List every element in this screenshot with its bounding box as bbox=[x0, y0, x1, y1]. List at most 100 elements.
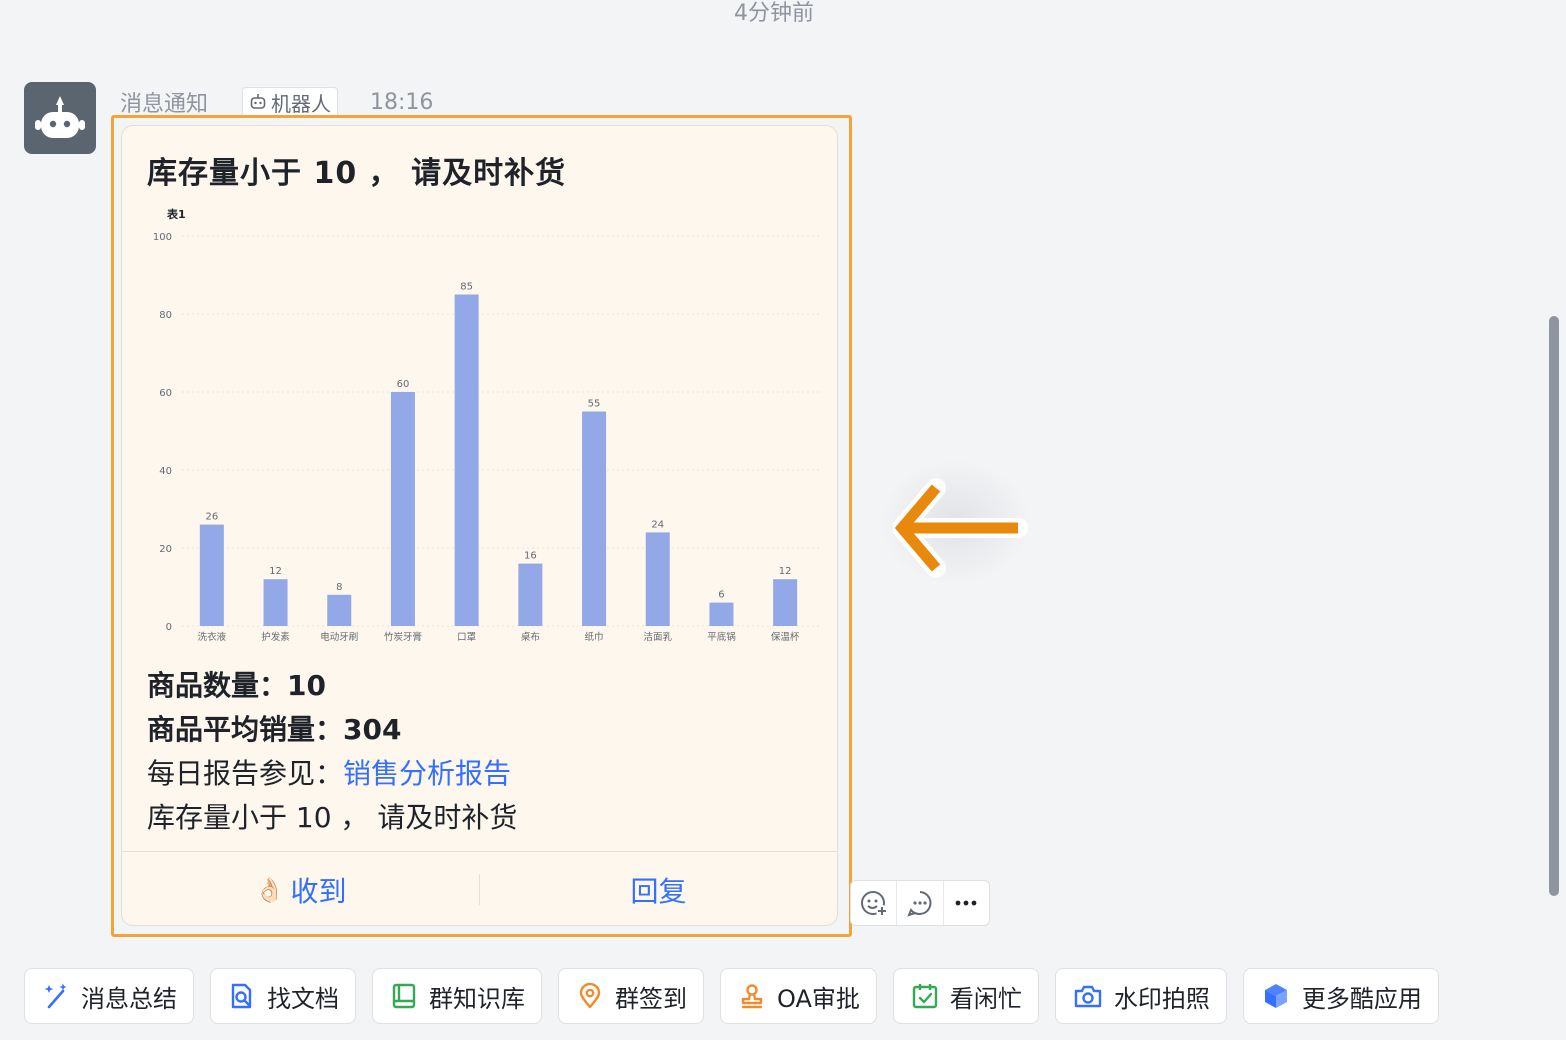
chart-bar bbox=[582, 411, 607, 626]
chart-bar bbox=[263, 579, 288, 626]
add-reaction-icon bbox=[860, 891, 888, 917]
x-tick-label: 洁面乳 bbox=[643, 631, 672, 643]
bot-tag-icon bbox=[250, 94, 266, 109]
y-tick-label: 40 bbox=[159, 466, 172, 477]
x-tick-label: 口罩 bbox=[457, 632, 476, 643]
x-tick-label: 桌布 bbox=[521, 631, 540, 643]
report-line: 每日报告参见：销售分析报告 bbox=[147, 752, 517, 796]
x-tick-label: 纸巾 bbox=[585, 631, 604, 643]
x-tick-label: 保温杯 bbox=[771, 631, 800, 643]
chart-bar bbox=[709, 602, 734, 626]
cube-icon bbox=[1264, 984, 1287, 1008]
bar-value-label: 24 bbox=[651, 519, 664, 530]
toolbar-button-message-summary[interactable]: 消息总结 bbox=[24, 968, 194, 1024]
footer-text: 库存量小于 10 ， 请及时补货 bbox=[147, 801, 518, 834]
message-time: 18:16 bbox=[370, 89, 434, 115]
toolbar-label: 找文档 bbox=[267, 984, 339, 1013]
card-actions: 👌🏻 收到 回复 bbox=[122, 852, 837, 925]
item-count-value: 10 bbox=[287, 669, 326, 702]
more-icon bbox=[955, 900, 977, 906]
message-header: 消息通知 机器人 18:16 bbox=[120, 86, 433, 118]
y-tick-label: 0 bbox=[166, 622, 172, 633]
item-count-label: 商品数量： bbox=[147, 669, 288, 702]
toolbar-button-availability[interactable]: 看闲忙 bbox=[892, 968, 1039, 1024]
report-label: 每日报告参见： bbox=[147, 757, 344, 790]
ack-label: 收到 bbox=[290, 874, 347, 908]
y-tick-label: 20 bbox=[159, 544, 172, 555]
card-title: 库存量小于 10 ， 请及时补货 bbox=[147, 156, 567, 191]
toolbar-button-check-in[interactable]: 群签到 bbox=[558, 968, 704, 1024]
sender-name[interactable]: 消息通知 bbox=[120, 86, 208, 118]
bar-value-label: 8 bbox=[336, 582, 342, 593]
bot-tag: 机器人 bbox=[242, 87, 339, 117]
book-icon bbox=[392, 983, 416, 1009]
message-hover-tools bbox=[850, 880, 990, 926]
reply-thread-icon bbox=[907, 891, 932, 917]
chart-bar bbox=[645, 532, 670, 626]
chart-svg: 表1 0 20 40 60 80 100 26 洗衣液 12 护发素 8 电动牙刷 60 竹炭牙膏 85 口… bbox=[153, 207, 819, 643]
ok-hand-icon: 👌🏻 bbox=[254, 875, 285, 904]
toolbar-label: 群签到 bbox=[615, 984, 687, 1013]
chart-bar bbox=[454, 294, 479, 626]
reply-thread-button[interactable] bbox=[896, 881, 942, 925]
scrollbar[interactable] bbox=[1549, 316, 1559, 896]
toolbar-label: 消息总结 bbox=[81, 984, 177, 1013]
toolbar-label: OA审批 bbox=[777, 984, 860, 1013]
bar-value-label: 55 bbox=[588, 399, 601, 410]
x-tick-label: 电动牙刷 bbox=[320, 631, 358, 643]
toolbar-button-knowledge-base[interactable]: 群知识库 bbox=[372, 968, 542, 1024]
stamp-icon bbox=[741, 984, 763, 1009]
card-info: 商品数量：10 商品平均销量：304 每日报告参见：销售分析报告 库存量小于 1… bbox=[147, 664, 517, 840]
chart-bar bbox=[199, 524, 224, 626]
add-reaction-button[interactable] bbox=[851, 881, 896, 925]
time-divider: 4分钟前 bbox=[734, 1, 814, 26]
reply-label: 回复 bbox=[630, 874, 687, 908]
camera-icon bbox=[1074, 985, 1102, 1008]
quick-app-toolbar: 消息总结 找文档 群知识库 群签到 OA审批 看闲忙 水印拍照 更多酷应用 bbox=[24, 968, 1439, 1024]
inventory-chart: 表1 0 20 40 60 80 100 26 洗衣液 12 护发素 8 电动牙刷 60 竹炭牙膏 85 口… bbox=[122, 201, 837, 651]
calendar-check-icon bbox=[912, 984, 938, 1009]
robot-icon bbox=[35, 96, 85, 138]
bar-value-label: 26 bbox=[205, 512, 218, 523]
avg-sales-line: 商品平均销量：304 bbox=[147, 708, 517, 752]
toolbar-button-oa-approval[interactable]: OA审批 bbox=[720, 968, 877, 1024]
item-count-line: 商品数量：10 bbox=[147, 664, 517, 708]
avg-sales-value: 304 bbox=[343, 713, 402, 746]
x-tick-label: 竹炭牙膏 bbox=[384, 631, 422, 643]
ack-button[interactable]: 👌🏻 收到 bbox=[122, 852, 479, 925]
chart-bar bbox=[518, 563, 543, 626]
chart-title: 表1 bbox=[166, 207, 186, 221]
doc-search-icon bbox=[231, 983, 252, 1009]
reply-button[interactable]: 回复 bbox=[480, 852, 837, 925]
toolbar-label: 看闲忙 bbox=[949, 984, 1022, 1013]
avg-sales-label: 商品平均销量： bbox=[147, 713, 344, 746]
bar-value-label: 12 bbox=[779, 566, 792, 577]
more-button[interactable] bbox=[942, 881, 989, 925]
message-card: 库存量小于 10 ， 请及时补货 表1 0 20 40 60 80 100 26 洗衣液 12… bbox=[121, 125, 838, 926]
bar-value-label: 60 bbox=[397, 379, 410, 390]
x-tick-label: 平底锅 bbox=[707, 631, 736, 643]
x-tick-label: 护发素 bbox=[261, 631, 290, 643]
left-arrow-icon bbox=[892, 478, 1028, 578]
toolbar-label: 水印拍照 bbox=[1113, 984, 1210, 1013]
bar-value-label: 16 bbox=[524, 551, 537, 562]
bar-value-label: 6 bbox=[718, 590, 724, 601]
chart-bar bbox=[327, 594, 352, 626]
toolbar-button-watermark-photo[interactable]: 水印拍照 bbox=[1054, 968, 1227, 1024]
pointer-arrow bbox=[880, 460, 1030, 585]
chart-bar bbox=[390, 392, 415, 626]
chart-bar bbox=[773, 579, 798, 626]
x-tick-label: 洗衣液 bbox=[198, 631, 227, 643]
location-pin-icon bbox=[579, 983, 601, 1009]
toolbar-button-more-apps[interactable]: 更多酷应用 bbox=[1242, 968, 1439, 1024]
sales-report-link[interactable]: 销售分析报告 bbox=[343, 757, 511, 790]
bot-tag-label: 机器人 bbox=[271, 91, 332, 116]
bar-value-label: 85 bbox=[460, 282, 473, 293]
toolbar-label: 群知识库 bbox=[429, 984, 525, 1013]
bar-value-label: 12 bbox=[269, 566, 282, 577]
y-tick-label: 100 bbox=[153, 232, 172, 243]
bot-avatar[interactable] bbox=[24, 82, 96, 154]
toolbar-button-find-doc[interactable]: 找文档 bbox=[210, 968, 356, 1024]
magic-wand-icon bbox=[44, 983, 67, 1009]
toolbar-label: 更多酷应用 bbox=[1301, 984, 1422, 1013]
